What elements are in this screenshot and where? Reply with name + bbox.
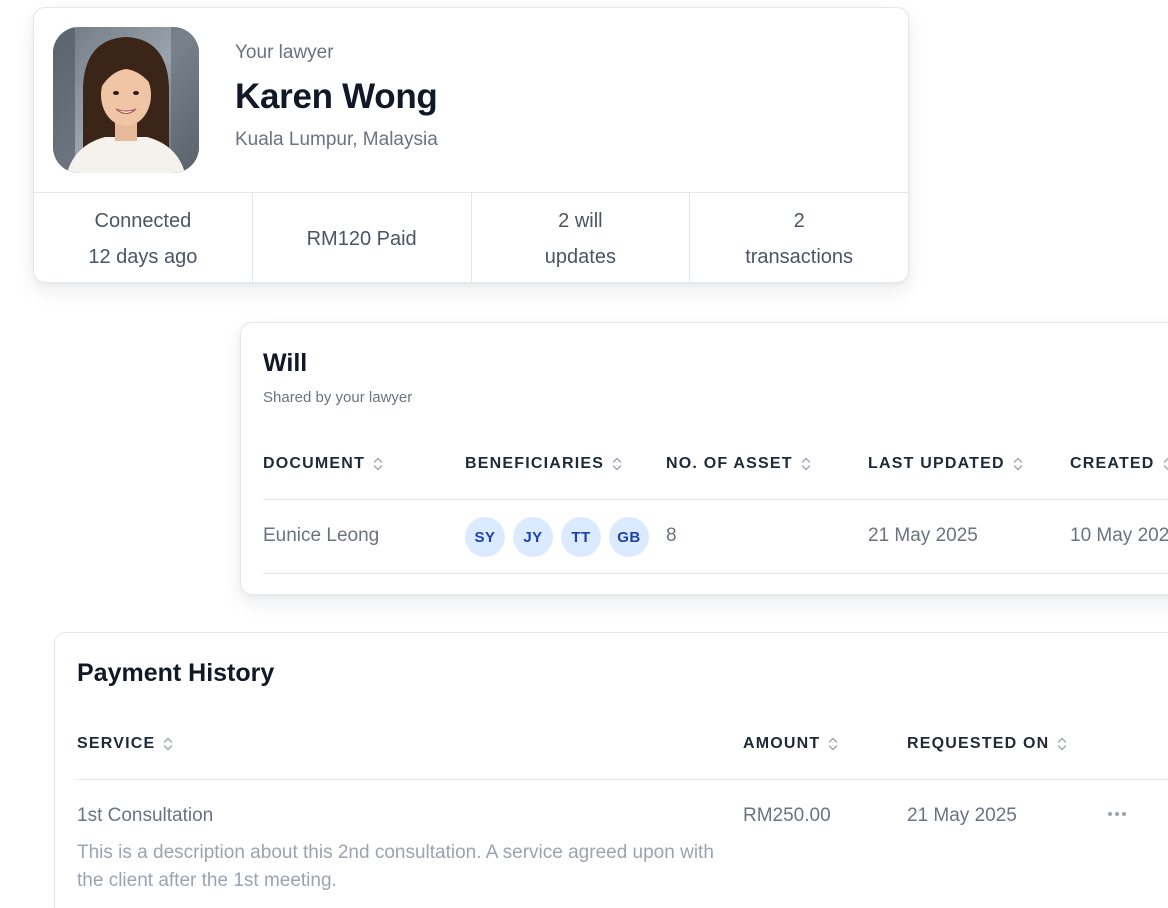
- lawyer-header: Your lawyer Karen Wong Kuala Lumpur, Mal…: [34, 8, 908, 193]
- stat-paid-line1: RM120 Paid: [306, 227, 417, 250]
- column-header-last-updated[interactable]: LAST UPDATED: [868, 455, 1023, 473]
- column-header-last-updated-label: LAST UPDATED: [868, 455, 1005, 472]
- column-header-created-label: CREATED: [1070, 455, 1155, 472]
- payment-history-card: Payment History SERVICE AMOUNT REQUESTED…: [54, 632, 1168, 908]
- sort-icon[interactable]: [828, 737, 838, 751]
- stat-will-updates-line1: 2 will: [558, 209, 603, 232]
- column-header-no-of-asset-label: NO. OF ASSET: [666, 455, 793, 472]
- stat-connected-line2: 12 days ago: [88, 245, 198, 268]
- payment-row-requested-on: 21 May 2025: [907, 805, 1017, 826]
- payment-header-divider: [77, 779, 1168, 780]
- lawyer-name: Karen Wong: [235, 77, 438, 116]
- will-card: Will Shared by your lawyer DOCUMENT BENE…: [240, 322, 1168, 595]
- lawyer-location: Kuala Lumpur, Malaysia: [235, 129, 438, 150]
- stat-connected-line1: Connected: [94, 209, 192, 232]
- column-header-amount-label: AMOUNT: [743, 735, 821, 752]
- lawyer-info: Your lawyer Karen Wong Kuala Lumpur, Mal…: [235, 41, 438, 152]
- stat-transactions: 2 transactions: [690, 193, 908, 282]
- will-row-last-updated: 21 May 2025: [868, 525, 978, 546]
- more-options-icon[interactable]: [1106, 810, 1128, 818]
- sort-icon[interactable]: [373, 457, 383, 471]
- column-header-document-label: DOCUMENT: [263, 455, 366, 472]
- will-row-divider: [263, 573, 1168, 574]
- column-header-created[interactable]: CREATED: [1070, 455, 1168, 473]
- column-header-service-label: SERVICE: [77, 735, 156, 752]
- beneficiary-avatar[interactable]: GB: [609, 517, 649, 557]
- column-header-amount[interactable]: AMOUNT: [743, 735, 838, 753]
- column-header-requested-on-label: REQUESTED ON: [907, 735, 1050, 752]
- will-row-assets: 8: [666, 525, 677, 546]
- column-header-beneficiaries[interactable]: BENEFICIARIES: [465, 455, 622, 473]
- payment-row-service: 1st Consultation: [77, 805, 214, 826]
- payment-row-amount: RM250.00: [743, 805, 831, 826]
- sort-icon[interactable]: [612, 457, 622, 471]
- beneficiary-avatar[interactable]: SY: [465, 517, 505, 557]
- beneficiary-avatar[interactable]: JY: [513, 517, 553, 557]
- will-title: Will: [263, 349, 308, 377]
- sort-icon[interactable]: [1163, 457, 1168, 471]
- lawyer-avatar: [53, 27, 199, 173]
- column-header-no-of-asset[interactable]: NO. OF ASSET: [666, 455, 811, 473]
- stat-connected: Connected 12 days ago: [34, 193, 253, 282]
- will-header-divider: [263, 499, 1168, 500]
- sort-icon[interactable]: [163, 737, 173, 751]
- lawyer-stats: Connected 12 days ago RM120 Paid 2 will …: [34, 193, 908, 282]
- avatar-photo: [53, 27, 199, 173]
- stat-paid: RM120 Paid: [253, 193, 472, 282]
- stat-will-updates: 2 will updates: [472, 193, 691, 282]
- will-row-document[interactable]: Eunice Leong: [263, 525, 379, 547]
- column-header-requested-on[interactable]: REQUESTED ON: [907, 735, 1067, 753]
- column-header-document[interactable]: DOCUMENT: [263, 455, 383, 473]
- stat-transactions-line2: transactions: [745, 245, 854, 268]
- payment-row-description: This is a description about this 2nd con…: [77, 842, 714, 891]
- lawyer-card: Your lawyer Karen Wong Kuala Lumpur, Mal…: [33, 7, 909, 283]
- page: Your lawyer Karen Wong Kuala Lumpur, Mal…: [0, 0, 1168, 908]
- beneficiary-avatar[interactable]: TT: [561, 517, 601, 557]
- column-header-service[interactable]: SERVICE: [77, 735, 173, 753]
- will-row-created: 10 May 2025: [1070, 525, 1168, 546]
- sort-icon[interactable]: [801, 457, 811, 471]
- column-header-beneficiaries-label: BENEFICIARIES: [465, 455, 605, 472]
- sort-icon[interactable]: [1013, 457, 1023, 471]
- sort-icon[interactable]: [1057, 737, 1067, 751]
- stat-will-updates-line2: updates: [544, 245, 616, 268]
- will-subtitle: Shared by your lawyer: [263, 389, 413, 406]
- payment-title: Payment History: [77, 659, 275, 687]
- lawyer-eyebrow: Your lawyer: [235, 42, 334, 63]
- stat-transactions-line1: 2: [793, 209, 805, 232]
